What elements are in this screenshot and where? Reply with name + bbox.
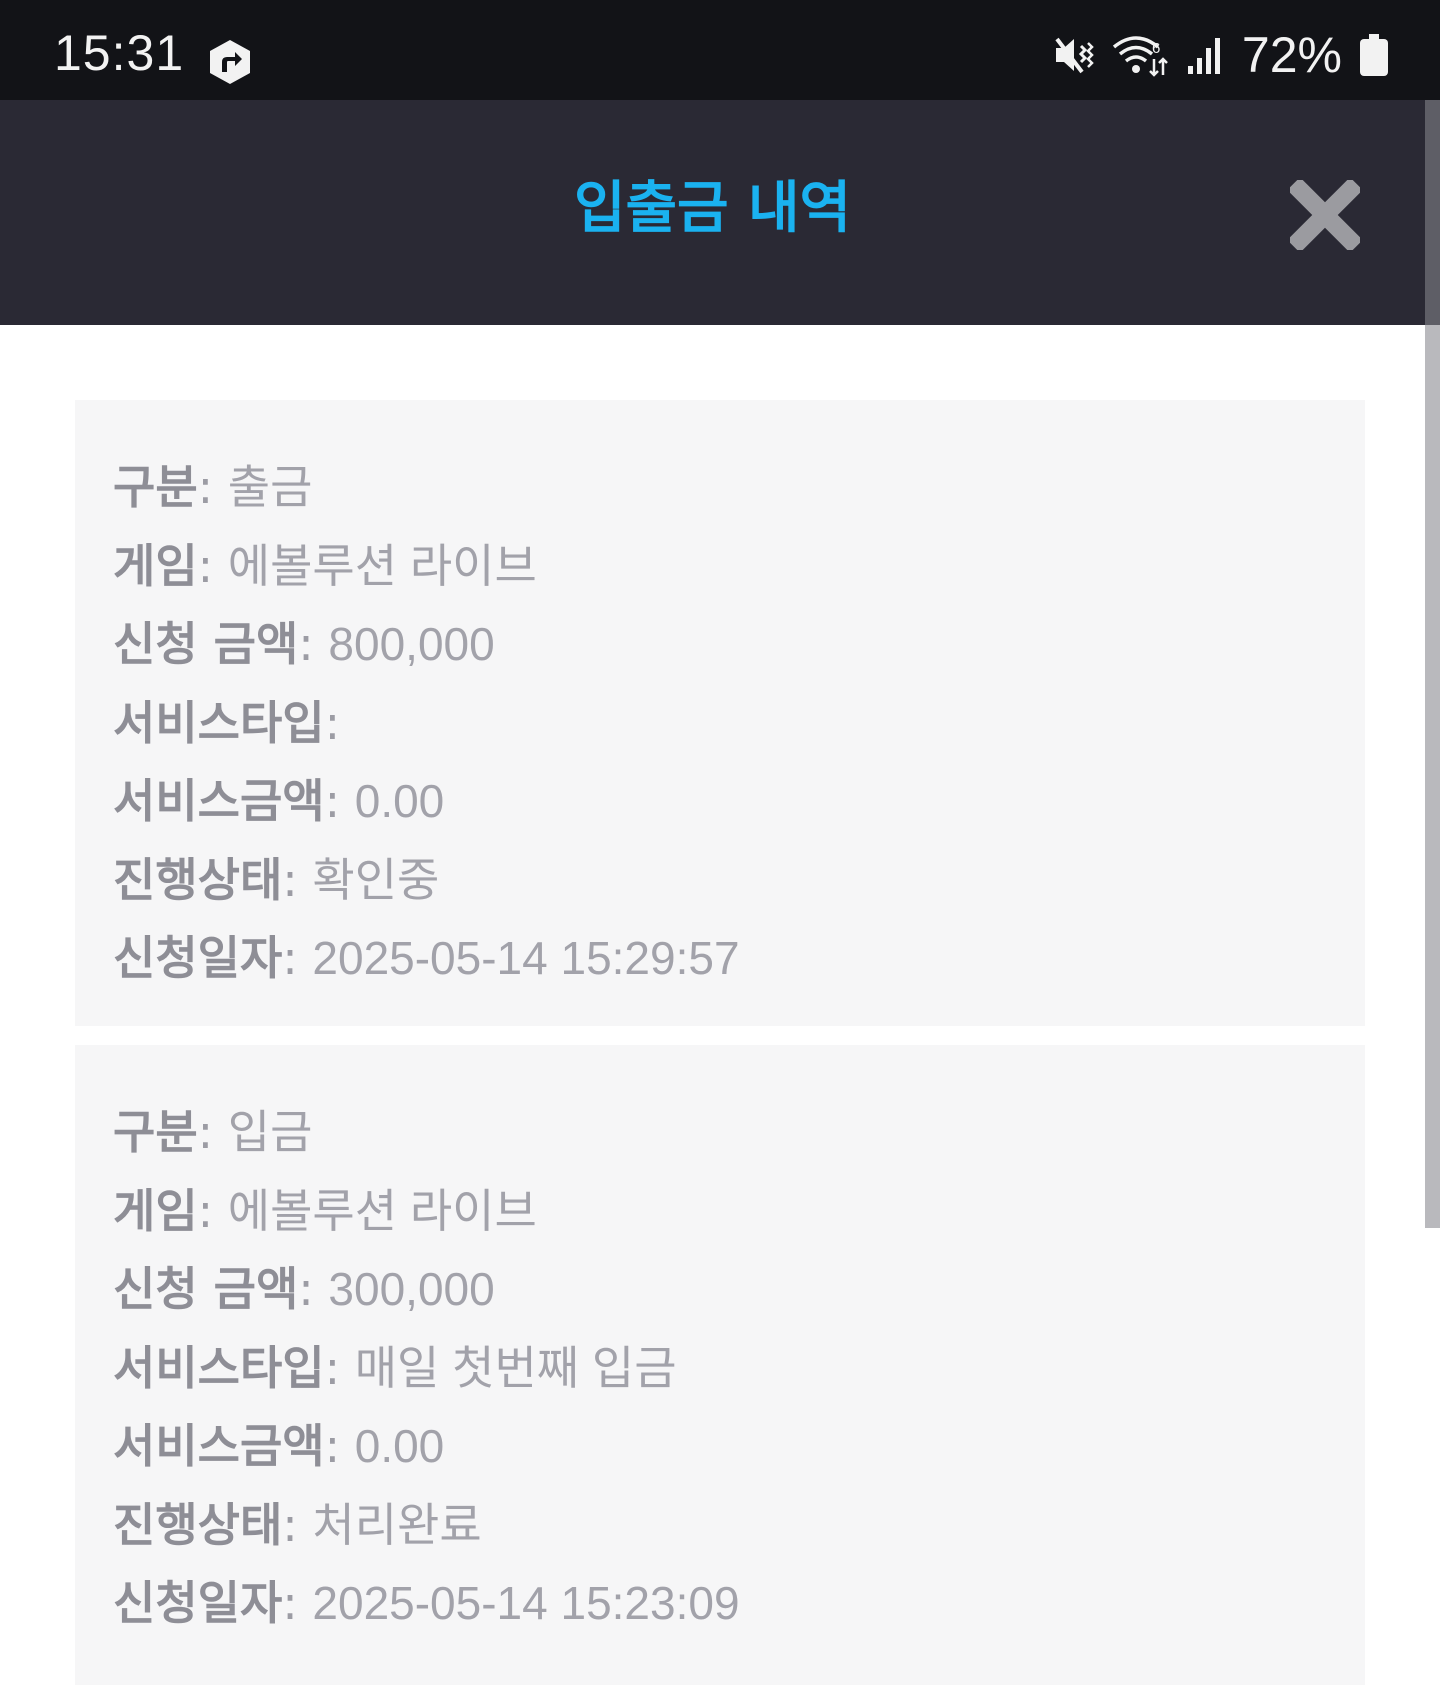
service-type-value: 매일 첫번째 입금: [354, 1341, 677, 1394]
svg-text:6: 6: [1152, 40, 1160, 57]
status-icons: 6 72%: [1052, 30, 1388, 80]
scrollbar-thumb-top: [1425, 100, 1440, 325]
signal-icon: [1186, 34, 1224, 76]
page-title: 입출금 내역: [573, 176, 852, 241]
scrollbar[interactable]: [1425, 100, 1440, 1676]
status-label: 진행상태: [113, 1497, 283, 1552]
amount-row: 신청 금액: 800,000: [113, 617, 495, 671]
amount-label: 신청 금액: [113, 1262, 299, 1316]
game-label: 게임: [113, 1183, 198, 1238]
category-row: 구분: 입금: [113, 1105, 313, 1159]
vibrate-mute-icon: [1052, 34, 1094, 76]
service-type-row: 서비스타입:: [113, 695, 341, 750]
transaction-card: 구분: 입금 게임: 에볼루션 라이브 신청 금액: 300,000 서비스타입…: [75, 1045, 1365, 1685]
amount-value: 800,000: [328, 618, 495, 670]
category-label: 구분: [113, 1105, 198, 1159]
status-value: 처리완료: [312, 1498, 482, 1551]
service-type-label: 서비스타입: [113, 1340, 325, 1395]
game-label: 게임: [113, 538, 198, 593]
close-icon: [1287, 177, 1363, 253]
date-value: 2025-05-14 15:29:57: [312, 932, 740, 984]
modal-header: 입출금 내역: [0, 100, 1425, 325]
service-type-row: 서비스타입: 매일 첫번째 입금: [113, 1340, 677, 1395]
amount-value: 300,000: [328, 1263, 495, 1315]
service-amount-label: 서비스금액: [113, 774, 325, 828]
date-row: 신청일자: 2025-05-14 15:29:57: [113, 931, 740, 985]
service-amount-value: 0.00: [354, 1420, 445, 1472]
status-row: 진행상태: 처리완료: [113, 1497, 482, 1552]
transaction-list[interactable]: 구분: 출금 게임: 에볼루션 라이브 신청 금액: 800,000 서비스타입…: [0, 325, 1425, 1685]
service-amount-value: 0.00: [354, 775, 445, 827]
date-row: 신청일자: 2025-05-14 15:23:09: [113, 1576, 740, 1630]
status-time: 15:31: [54, 25, 185, 81]
amount-label: 신청 금액: [113, 617, 299, 671]
date-value: 2025-05-14 15:23:09: [312, 1577, 740, 1629]
category-label: 구분: [113, 460, 198, 514]
category-value: 입금: [227, 1106, 313, 1158]
amount-row: 신청 금액: 300,000: [113, 1262, 495, 1316]
game-row: 게임: 에볼루션 라이브: [113, 538, 537, 593]
service-amount-label: 서비스금액: [113, 1419, 325, 1473]
service-type-label: 서비스타입: [113, 695, 325, 750]
game-value: 에볼루션 라이브: [227, 539, 537, 592]
wifi-icon: 6: [1112, 33, 1168, 77]
service-amount-row: 서비스금액: 0.00: [113, 774, 445, 828]
date-label: 신청일자: [113, 1576, 283, 1630]
status-bar: 15:31 6 72%: [0, 0, 1440, 100]
status-value: 확인중: [312, 853, 440, 906]
battery-percent: 72%: [1241, 27, 1342, 83]
status-row: 진행상태: 확인중: [113, 852, 440, 907]
close-button[interactable]: [1287, 177, 1363, 253]
game-value: 에볼루션 라이브: [227, 1184, 537, 1237]
category-value: 출금: [227, 461, 313, 513]
status-label: 진행상태: [113, 852, 283, 907]
transaction-card: 구분: 출금 게임: 에볼루션 라이브 신청 금액: 800,000 서비스타입…: [75, 400, 1365, 1026]
game-row: 게임: 에볼루션 라이브: [113, 1183, 537, 1238]
service-amount-row: 서비스금액: 0.00: [113, 1419, 445, 1473]
share-arrow-icon: [208, 38, 252, 86]
battery-icon: [1360, 34, 1388, 76]
category-row: 구분: 출금: [113, 460, 313, 514]
date-label: 신청일자: [113, 931, 283, 985]
